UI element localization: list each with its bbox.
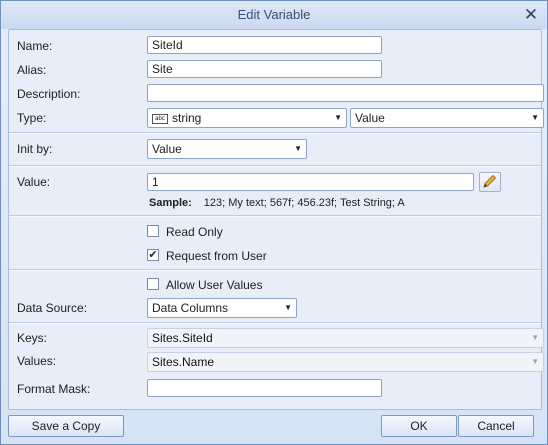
alias-input[interactable]: Site bbox=[147, 60, 382, 78]
type-value: string bbox=[172, 111, 202, 125]
type-kind-value: Value bbox=[355, 111, 385, 125]
title-bar: Edit Variable ✕ bbox=[1, 1, 547, 29]
sample-label: Sample: bbox=[149, 197, 192, 209]
chevron-down-icon: ▼ bbox=[531, 333, 539, 342]
keys-label: Keys: bbox=[17, 331, 48, 345]
dialog-title: Edit Variable bbox=[237, 7, 311, 22]
request-from-user-box[interactable]: ✔ bbox=[147, 249, 159, 261]
values-value: Sites.Name bbox=[152, 355, 215, 369]
allow-user-values-label: Allow User Values bbox=[166, 278, 263, 292]
sample-row: Sample: 123; My text; 567f; 456.23f; Test… bbox=[149, 196, 405, 210]
separator bbox=[9, 165, 541, 167]
data-source-label: Data Source: bbox=[17, 301, 88, 315]
ok-button[interactable]: OK bbox=[381, 415, 457, 437]
data-source-combo[interactable]: Data Columns ▼ bbox=[147, 298, 297, 318]
keys-value: Sites.SiteId bbox=[152, 331, 213, 345]
separator bbox=[9, 215, 541, 217]
value-input[interactable]: 1 bbox=[147, 173, 474, 191]
chevron-down-icon: ▼ bbox=[531, 357, 539, 366]
type-kind-combo[interactable]: Value ▼ bbox=[350, 108, 544, 128]
data-source-value: Data Columns bbox=[152, 301, 229, 315]
pencil-icon bbox=[483, 174, 497, 188]
type-combo[interactable]: abc string ▼ bbox=[147, 108, 347, 128]
type-label: Type: bbox=[17, 111, 47, 125]
separator bbox=[9, 132, 541, 134]
format-mask-label: Format Mask: bbox=[17, 382, 91, 396]
values-combo[interactable]: Sites.Name ▼ bbox=[147, 352, 544, 372]
read-only-box[interactable] bbox=[147, 225, 159, 237]
chevron-down-icon: ▼ bbox=[531, 113, 539, 122]
keys-combo[interactable]: Sites.SiteId ▼ bbox=[147, 328, 544, 348]
init-by-label: Init by: bbox=[17, 142, 53, 156]
edit-value-button[interactable] bbox=[479, 172, 501, 192]
separator bbox=[9, 269, 541, 271]
request-from-user-label: Request from User bbox=[166, 249, 267, 263]
name-label: Name: bbox=[17, 39, 53, 53]
alias-label: Alias: bbox=[17, 63, 47, 77]
init-by-value: Value bbox=[152, 142, 182, 156]
close-icon[interactable]: ✕ bbox=[523, 1, 539, 29]
description-input[interactable] bbox=[147, 84, 544, 102]
cancel-button[interactable]: Cancel bbox=[458, 415, 534, 437]
description-label: Description: bbox=[17, 87, 81, 101]
values-label: Values: bbox=[17, 354, 57, 368]
value-label: Value: bbox=[17, 175, 51, 189]
init-by-combo[interactable]: Value ▼ bbox=[147, 139, 307, 159]
abc-type-icon: abc bbox=[152, 113, 168, 124]
chevron-down-icon: ▼ bbox=[284, 303, 292, 312]
chevron-down-icon: ▼ bbox=[334, 113, 342, 122]
save-copy-button[interactable]: Save a Copy bbox=[8, 415, 124, 437]
read-only-label: Read Only bbox=[166, 225, 223, 239]
format-mask-input[interactable] bbox=[147, 379, 382, 397]
edit-variable-dialog: Edit Variable ✕ Name: SiteId Alias: Site… bbox=[0, 0, 548, 445]
separator bbox=[9, 322, 541, 324]
dialog-content: Name: SiteId Alias: Site Description: Ty… bbox=[8, 29, 544, 410]
sample-text: 123; My text; 567f; 456.23f; Test String… bbox=[203, 197, 405, 209]
allow-user-values-box[interactable] bbox=[147, 278, 159, 290]
name-input[interactable]: SiteId bbox=[147, 36, 382, 54]
chevron-down-icon: ▼ bbox=[294, 144, 302, 153]
